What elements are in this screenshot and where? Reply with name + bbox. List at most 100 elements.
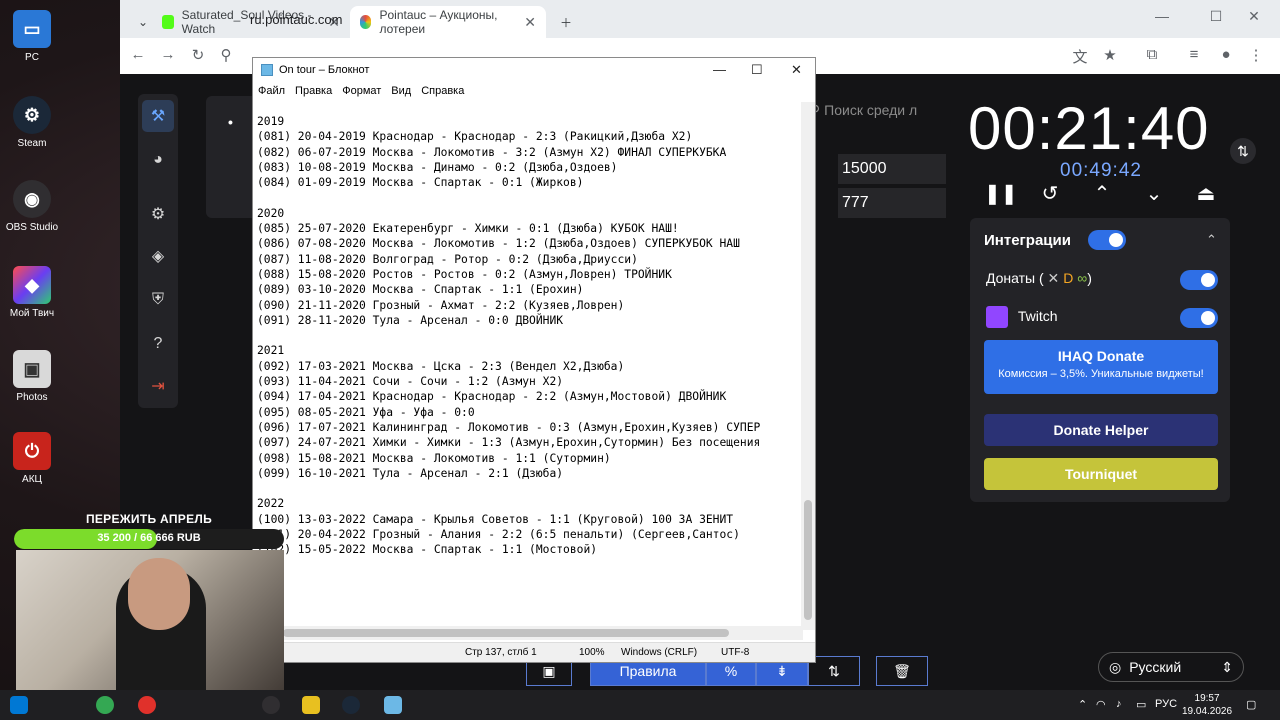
text-line: (091) 28-11-2020 Тула - Арсенал - 0:0 ДВ…: [257, 313, 564, 327]
clock-time: 19:57: [1194, 693, 1220, 704]
reload-icon[interactable]: ↻: [188, 46, 208, 64]
help-icon[interactable]: ?: [142, 328, 174, 360]
notepad-text-area[interactable]: 2019 (081) 20-04-2019 Краснодар - Краснод…: [257, 114, 803, 634]
search-placeholder: Поиск среди л: [824, 102, 918, 118]
chevron-up-icon[interactable]: ⌃: [1088, 180, 1116, 208]
desktop-icon-pc[interactable]: ▭ PC: [4, 10, 60, 63]
ihaq-donate-card[interactable]: IHAQ Donate Комиссия – 3,5%. Уникальные …: [984, 340, 1218, 394]
tab-search-button[interactable]: ⌄: [128, 6, 148, 38]
reset-icon[interactable]: ↺: [1036, 180, 1064, 208]
chevron-up-icon[interactable]: ⌃: [1078, 698, 1087, 711]
maximize-icon[interactable]: ☐: [1206, 8, 1226, 25]
vertical-scrollbar[interactable]: [801, 102, 815, 630]
menu-edit[interactable]: Правка: [295, 85, 332, 97]
donatehelper-card[interactable]: Donate Helper: [984, 414, 1218, 446]
menu-file[interactable]: Файл: [258, 85, 285, 97]
desktop-icon-twitch[interactable]: ◆ Мой Твич: [4, 266, 60, 319]
minimize-icon[interactable]: —: [1152, 8, 1172, 24]
auction-hammer-icon[interactable]: ⚒: [142, 100, 174, 132]
star-icon[interactable]: ★: [1100, 46, 1120, 64]
shield-icon[interactable]: ⛨: [142, 284, 174, 316]
close-icon[interactable]: ✕: [1244, 8, 1264, 25]
ihaq-subtitle: Комиссия – 3,5%. Уникальные виджеты!: [998, 368, 1204, 380]
menu-view[interactable]: Вид: [391, 85, 411, 97]
goal-title: ПЕРЕЖИТЬ АПРЕЛЬ: [85, 512, 213, 526]
app-icon[interactable]: [302, 696, 320, 714]
gear-icon[interactable]: ⚙: [142, 198, 174, 230]
horizontal-scrollbar[interactable]: [253, 626, 803, 640]
address-bar[interactable]: ru.pointauc.com: [250, 12, 343, 27]
site-info-icon[interactable]: ⚲: [216, 46, 236, 64]
clock[interactable]: 19:57 19.04.2026: [1182, 690, 1232, 718]
notepad-statusbar: Стр 137, стлб 1 100% Windows (CRLF) UTF-…: [253, 642, 815, 662]
sidebar: ⚒ ◕ ⚙ ◈ ⛨ ? ⇥: [138, 94, 178, 408]
pause-icon[interactable]: ❚❚: [984, 180, 1018, 208]
new-tab-button[interactable]: ＋: [550, 6, 582, 38]
twitch-toggle[interactable]: [1180, 308, 1218, 328]
steam-icon: ⚙: [13, 96, 51, 134]
ihaq-title: IHAQ Donate: [1057, 348, 1145, 364]
lot-row[interactable]: 15000: [838, 154, 946, 184]
text-line: (092) 17-03-2021 Москва - Цска - 2:3 (Ве…: [257, 359, 625, 373]
desktop-icon-photos[interactable]: ▣ Photos: [4, 350, 60, 403]
scrollbar-thumb[interactable]: [283, 629, 729, 637]
chevron-up-icon[interactable]: ⌃: [1206, 232, 1217, 248]
text-line: (087) 11-08-2020 Волгоград - Ротор - 0:2…: [257, 252, 638, 266]
integrations-panel: Интеграции ⌃ Донаты ( ✕ D ∞) Twitch IHAQ…: [970, 218, 1230, 502]
text-line: (094) 17-04-2021 Краснодар - Краснодар -…: [257, 390, 727, 404]
close-icon[interactable]: ✕: [524, 14, 536, 31]
layers-icon[interactable]: ◈: [142, 240, 174, 272]
media-icon[interactable]: ≡: [1184, 46, 1204, 63]
volume-icon[interactable]: ♪: [1116, 698, 1122, 710]
tab-pointauc[interactable]: Pointauc – Аукционы, лотереи ✕: [350, 6, 546, 38]
text-line: (085) 25-07-2020 Екатеренбург - Химки - …: [257, 222, 679, 236]
app-icon: ◆: [13, 266, 51, 304]
desktop-icon-akc[interactable]: ⏻ АКЦ: [4, 432, 60, 485]
avatar[interactable]: ●: [1216, 46, 1236, 63]
search-input[interactable]: ⚲ Поиск среди л: [810, 102, 946, 124]
notepad-title: On tour – Блокнот: [279, 64, 370, 76]
trash-icon[interactable]: 🗑: [876, 656, 928, 686]
input-language[interactable]: РУС: [1155, 698, 1177, 710]
steam-icon[interactable]: [342, 696, 360, 714]
logout-icon[interactable]: ⇥: [142, 370, 174, 402]
desktop-icon-obs[interactable]: ◉ OBS Studio: [4, 180, 60, 233]
menu-format[interactable]: Формат: [342, 85, 381, 97]
wifi-icon: ◠: [1096, 699, 1106, 711]
power-icon: ⏻: [13, 432, 51, 470]
desktop-icon-label: Photos: [16, 392, 48, 403]
forward-icon[interactable]: →: [158, 46, 178, 63]
text-line: (088) 15-08-2020 Ростов - Ростов - 0:2 (…: [257, 267, 672, 281]
menu-help[interactable]: Справка: [421, 85, 464, 97]
notepad-icon[interactable]: [384, 696, 402, 714]
minimize-icon[interactable]: —: [713, 62, 726, 77]
text-line: (102) 15-05-2022 Москва - Спартак - 1:1 …: [257, 543, 598, 557]
maximize-icon[interactable]: ☐: [751, 62, 763, 78]
donation-goal: ПЕРЕЖИТЬ АПРЕЛЬ 35 200 / 66 666 RUB: [14, 512, 284, 552]
back-icon[interactable]: ←: [128, 46, 148, 63]
lot-row[interactable]: 777: [838, 188, 946, 218]
obs-icon[interactable]: [262, 696, 280, 714]
chevron-down-icon[interactable]: ⌄: [1140, 180, 1168, 208]
integrations-toggle[interactable]: [1088, 230, 1126, 250]
language-select[interactable]: ◎ Русский ⇕: [1098, 652, 1244, 682]
eject-icon[interactable]: ⏏: [1192, 180, 1220, 208]
webcam-overlay: [16, 550, 284, 702]
menu-icon[interactable]: ⋮: [1246, 46, 1266, 64]
text-line: (083) 10-08-2019 Москва - Динамо - 0:2 (…: [257, 160, 618, 174]
donations-toggle[interactable]: [1180, 270, 1218, 290]
translate-icon[interactable]: 文: [1070, 46, 1090, 67]
scrollbar-thumb[interactable]: [804, 500, 812, 620]
extensions-icon[interactable]: ⧉: [1142, 46, 1162, 63]
pointauc-icon: [360, 15, 372, 29]
chrome-icon[interactable]: [96, 696, 114, 714]
desktop-icon-steam[interactable]: ⚙ Steam: [4, 96, 60, 149]
opera-icon[interactable]: [138, 696, 156, 714]
wheel-icon[interactable]: ◕: [142, 144, 174, 176]
line-endings: Windows (CRLF): [621, 647, 698, 658]
tourniquet-card[interactable]: Tourniquet: [984, 458, 1218, 490]
close-icon[interactable]: ✕: [791, 62, 802, 78]
sort-icon[interactable]: ⇅: [1230, 138, 1256, 164]
start-icon[interactable]: [10, 696, 28, 714]
notification-icon[interactable]: ▢: [1246, 698, 1256, 711]
